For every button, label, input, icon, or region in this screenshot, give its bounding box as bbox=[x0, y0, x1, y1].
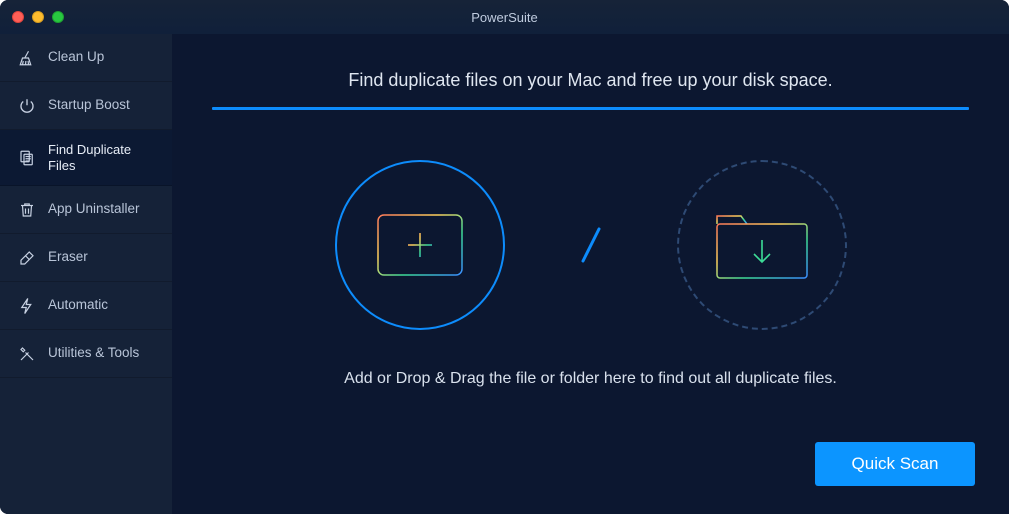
heading-divider bbox=[212, 107, 969, 110]
eraser-icon bbox=[18, 249, 36, 267]
app-window: PowerSuite Clean Up Startup Boost bbox=[0, 0, 1009, 514]
sidebar-item-label: Clean Up bbox=[48, 49, 104, 65]
slash-separator-icon bbox=[577, 225, 605, 265]
sidebar-item-label: Eraser bbox=[48, 249, 88, 265]
drop-folder-circle[interactable] bbox=[677, 160, 847, 330]
page-heading: Find duplicate files on your Mac and fre… bbox=[212, 70, 969, 91]
sidebar-item-automatic[interactable]: Automatic bbox=[0, 282, 172, 330]
sidebar-item-app-uninstaller[interactable]: App Uninstaller bbox=[0, 186, 172, 234]
sidebar-item-eraser[interactable]: Eraser bbox=[0, 234, 172, 282]
trash-icon bbox=[18, 201, 36, 219]
close-window-button[interactable] bbox=[12, 11, 24, 23]
tools-icon bbox=[18, 345, 36, 363]
main-panel: Find duplicate files on your Mac and fre… bbox=[172, 34, 1009, 514]
sidebar-item-clean-up[interactable]: Clean Up bbox=[0, 34, 172, 82]
sidebar: Clean Up Startup Boost bbox=[0, 34, 172, 514]
sidebar-item-label: Startup Boost bbox=[48, 97, 130, 113]
folder-download-icon bbox=[707, 202, 817, 288]
sidebar-item-label: Automatic bbox=[48, 297, 108, 313]
quick-scan-button[interactable]: Quick Scan bbox=[815, 442, 975, 486]
window-controls bbox=[12, 11, 64, 23]
sidebar-item-utilities-tools[interactable]: Utilities & Tools bbox=[0, 330, 172, 378]
power-icon bbox=[18, 97, 36, 115]
window-title: PowerSuite bbox=[0, 10, 1009, 25]
sidebar-item-label: Find Duplicate Files bbox=[48, 142, 160, 173]
zoom-window-button[interactable] bbox=[52, 11, 64, 23]
add-file-icon bbox=[370, 205, 470, 285]
app-body: Clean Up Startup Boost bbox=[0, 34, 1009, 514]
sidebar-item-label: Utilities & Tools bbox=[48, 345, 139, 361]
sidebar-item-find-duplicate-files[interactable]: Find Duplicate Files bbox=[0, 130, 172, 186]
sidebar-item-startup-boost[interactable]: Startup Boost bbox=[0, 82, 172, 130]
lightning-icon bbox=[18, 297, 36, 315]
duplicate-files-icon bbox=[18, 149, 36, 167]
drop-zone[interactable] bbox=[212, 160, 969, 330]
titlebar: PowerSuite bbox=[0, 0, 1009, 34]
sidebar-item-label: App Uninstaller bbox=[48, 201, 140, 217]
drop-instruction: Add or Drop & Drag the file or folder he… bbox=[212, 370, 969, 388]
broom-icon bbox=[18, 49, 36, 67]
add-file-circle[interactable] bbox=[335, 160, 505, 330]
minimize-window-button[interactable] bbox=[32, 11, 44, 23]
